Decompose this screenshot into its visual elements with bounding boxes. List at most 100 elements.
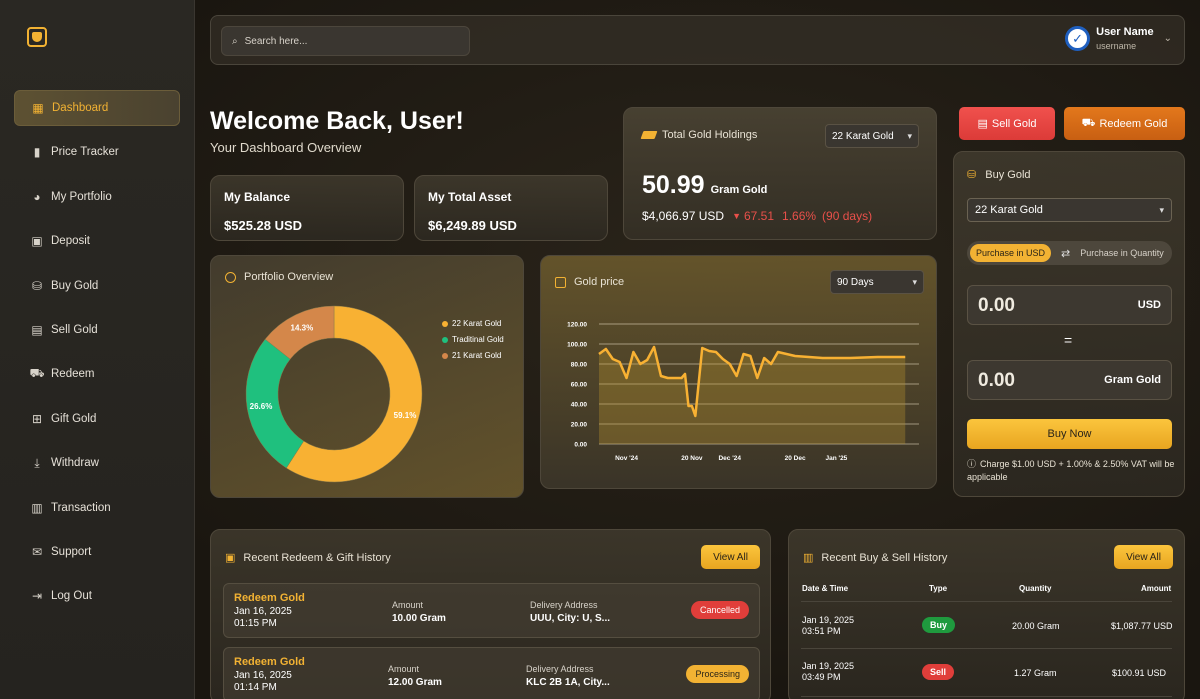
purchase-usd-option[interactable]: Purchase in USD bbox=[970, 244, 1052, 262]
y-tick-label: 40.00 bbox=[571, 402, 588, 409]
row-quantity: 1.27 Gram bbox=[1014, 668, 1057, 678]
y-tick-label: 0.00 bbox=[574, 442, 587, 449]
bar-chart-icon: ▮ bbox=[33, 145, 41, 160]
balance-label: My Balance bbox=[224, 190, 291, 204]
y-tick-label: 60.00 bbox=[571, 382, 588, 389]
sidebar-item-sell-gold[interactable]: ▤ Sell Gold bbox=[14, 312, 180, 348]
column-header-type: Type bbox=[929, 584, 948, 593]
redeem-gold-button[interactable]: ⛟ Redeem Gold bbox=[1064, 107, 1185, 140]
search-input[interactable]: ⌕ Search here... bbox=[221, 26, 470, 56]
receipt-icon: ▥ bbox=[31, 500, 43, 515]
sell-icon: ▤ bbox=[977, 118, 988, 130]
holdings-karat-select[interactable]: 22 Karat Gold bbox=[825, 124, 919, 148]
sidebar-item-label: Deposit bbox=[51, 235, 90, 248]
purchase-quantity-option[interactable]: Purchase in Quantity bbox=[1080, 248, 1164, 258]
sidebar-item-deposit[interactable]: ▣ Deposit bbox=[14, 223, 180, 259]
usd-amount-value: 0.00 bbox=[978, 295, 1015, 316]
sell-gold-button[interactable]: ▤ Sell Gold bbox=[959, 107, 1055, 140]
sidebar-item-support[interactable]: ✉ Support bbox=[14, 534, 180, 570]
welcome-section: Welcome Back, User! Your Dashboard Overv… bbox=[210, 107, 464, 155]
gram-amount-value: 0.00 bbox=[978, 370, 1015, 391]
app-logo-icon[interactable] bbox=[27, 27, 47, 47]
list-item[interactable]: Redeem Gold Jan 16, 2025 01:15 PM Amount … bbox=[223, 583, 760, 638]
portfolio-overview-card: Portfolio Overview 59.1% 26.6% 14.3% 22 Ka… bbox=[210, 255, 524, 498]
sidebar-item-my-portfolio[interactable]: ◕ My Portfolio bbox=[14, 179, 180, 215]
avatar bbox=[1065, 26, 1091, 51]
holdings-usd: $4,066.97 USD bbox=[642, 209, 725, 223]
page-subtitle: Your Dashboard Overview bbox=[210, 140, 362, 155]
sidebar-item-dashboard[interactable]: ▦ Dashboard bbox=[14, 90, 180, 126]
sidebar-item-buy-gold[interactable]: ⛁ Buy Gold bbox=[14, 268, 180, 304]
sidebar-item-log-out[interactable]: ⇥ Log Out bbox=[14, 578, 180, 614]
gold-price-range-select[interactable]: 90 Days bbox=[830, 270, 924, 294]
address-label: Delivery Address bbox=[530, 600, 598, 610]
holdings-summary: $4,066.97 USD ▼ 67.51 1.66% (90 days) bbox=[642, 209, 872, 223]
holdings-amount-unit: Gram Gold bbox=[710, 184, 768, 196]
row-amount: 12.00 Gram bbox=[388, 677, 442, 688]
sidebar: ▦ Dashboard ▮ Price Tracker ◕ My Portfol… bbox=[0, 0, 195, 699]
charge-note: ⓘ Charge $1.00 USD + 1.00% & 2.50% VAT wi… bbox=[967, 458, 1177, 484]
legend-label: 22 Karat Gold bbox=[452, 319, 502, 328]
redeem-view-all-button[interactable]: View All bbox=[701, 545, 760, 569]
deposit-icon: ▣ bbox=[31, 234, 43, 249]
buy-now-button[interactable]: Buy Now bbox=[967, 419, 1172, 449]
truck-icon: ⛟ bbox=[29, 366, 45, 381]
sidebar-item-price-tracker[interactable]: ▮ Price Tracker bbox=[14, 134, 180, 170]
pie-chart-icon bbox=[225, 271, 236, 283]
holdings-title-text: Total Gold Holdings bbox=[662, 129, 758, 141]
sidebar-item-label: Support bbox=[51, 545, 92, 558]
legend-swatch bbox=[442, 320, 448, 327]
user-handle: username bbox=[1096, 41, 1137, 51]
row-date-text: Jan 16, 2025 bbox=[234, 606, 292, 617]
redeem-history-title-text: Recent Redeem & Gift History bbox=[243, 551, 391, 564]
row-time-text: 01:15 PM bbox=[234, 618, 277, 629]
holdings-period: (90 days) bbox=[822, 209, 873, 223]
withdraw-icon: ⤓ bbox=[34, 455, 40, 470]
sidebar-item-transaction[interactable]: ▥ Transaction bbox=[14, 490, 180, 526]
gold-price-title-text: Gold price bbox=[574, 276, 625, 288]
column-header-quantity: Quantity bbox=[1019, 584, 1052, 593]
row-date: Jan 16, 2025 01:15 PM bbox=[234, 606, 292, 630]
balance-value: $525.28 USD bbox=[224, 218, 303, 233]
row-title: Redeem Gold bbox=[234, 656, 305, 668]
y-tick-label: 120.00 bbox=[567, 322, 587, 329]
gram-amount-input[interactable]: 0.00 Gram Gold bbox=[967, 360, 1172, 400]
gold-holdings-card: Total Gold Holdings 22 Karat Gold 50.99 … bbox=[623, 107, 937, 240]
row-time-text: 01:14 PM bbox=[234, 682, 277, 693]
gift-icon: ⊞ bbox=[31, 411, 43, 426]
row-date: Jan 19, 2025 03:51 PM bbox=[802, 615, 854, 637]
row-time-text: 03:51 PM bbox=[802, 626, 841, 636]
purchase-mode-toggle[interactable]: Purchase in USD ⇄ Purchase in Quantity bbox=[967, 241, 1172, 265]
buy-karat-select[interactable]: 22 Karat Gold bbox=[967, 198, 1172, 222]
sidebar-item-gift-gold[interactable]: ⊞ Gift Gold bbox=[14, 401, 180, 437]
holdings-amount-value: 50.99 bbox=[642, 171, 705, 199]
trade-history-card: ▥ Recent Buy & Sell History View All Dat… bbox=[788, 529, 1185, 699]
logout-icon: ⇥ bbox=[31, 589, 43, 604]
search-placeholder: Search here... bbox=[244, 35, 308, 47]
list-item[interactable]: Redeem Gold Jan 16, 2025 01:14 PM Amount … bbox=[223, 647, 760, 699]
sidebar-item-label: Withdraw bbox=[51, 457, 99, 470]
sidebar-item-label: Buy Gold bbox=[51, 279, 99, 292]
status-badge: Cancelled bbox=[690, 601, 749, 619]
row-amount: $100.91 USD bbox=[1112, 668, 1167, 678]
chart-icon bbox=[555, 276, 566, 288]
holdings-amount: 50.99 Gram Gold bbox=[642, 171, 767, 200]
sidebar-item-label: Dashboard bbox=[52, 102, 109, 114]
user-menu[interactable]: User Name username ⌄ bbox=[1065, 26, 1172, 51]
sidebar-item-label: Redeem bbox=[51, 368, 95, 381]
swap-icon: ⇄ bbox=[1061, 247, 1071, 260]
legend-label: Traditinal Gold bbox=[452, 335, 504, 344]
sidebar-item-label: Transaction bbox=[51, 501, 111, 514]
trade-view-all-button[interactable]: View All bbox=[1114, 545, 1173, 569]
x-tick-label: Nov '24 bbox=[615, 455, 638, 462]
sidebar-item-redeem[interactable]: ⛟ Redeem bbox=[14, 356, 180, 392]
trade-history-title-text: Recent Buy & Sell History bbox=[821, 551, 948, 564]
usd-amount-unit: USD bbox=[1137, 299, 1161, 311]
portfolio-donut-chart: 59.1% 26.6% 14.3% bbox=[245, 305, 423, 483]
row-date: Jan 19, 2025 03:49 PM bbox=[802, 661, 854, 683]
chevron-down-icon[interactable]: ⌄ bbox=[1164, 33, 1172, 44]
balance-card: My Balance $525.28 USD bbox=[210, 175, 404, 241]
gold-bar-icon bbox=[640, 131, 658, 139]
sidebar-item-withdraw[interactable]: ⤓ Withdraw bbox=[14, 445, 180, 481]
usd-amount-input[interactable]: 0.00 USD bbox=[967, 285, 1172, 325]
